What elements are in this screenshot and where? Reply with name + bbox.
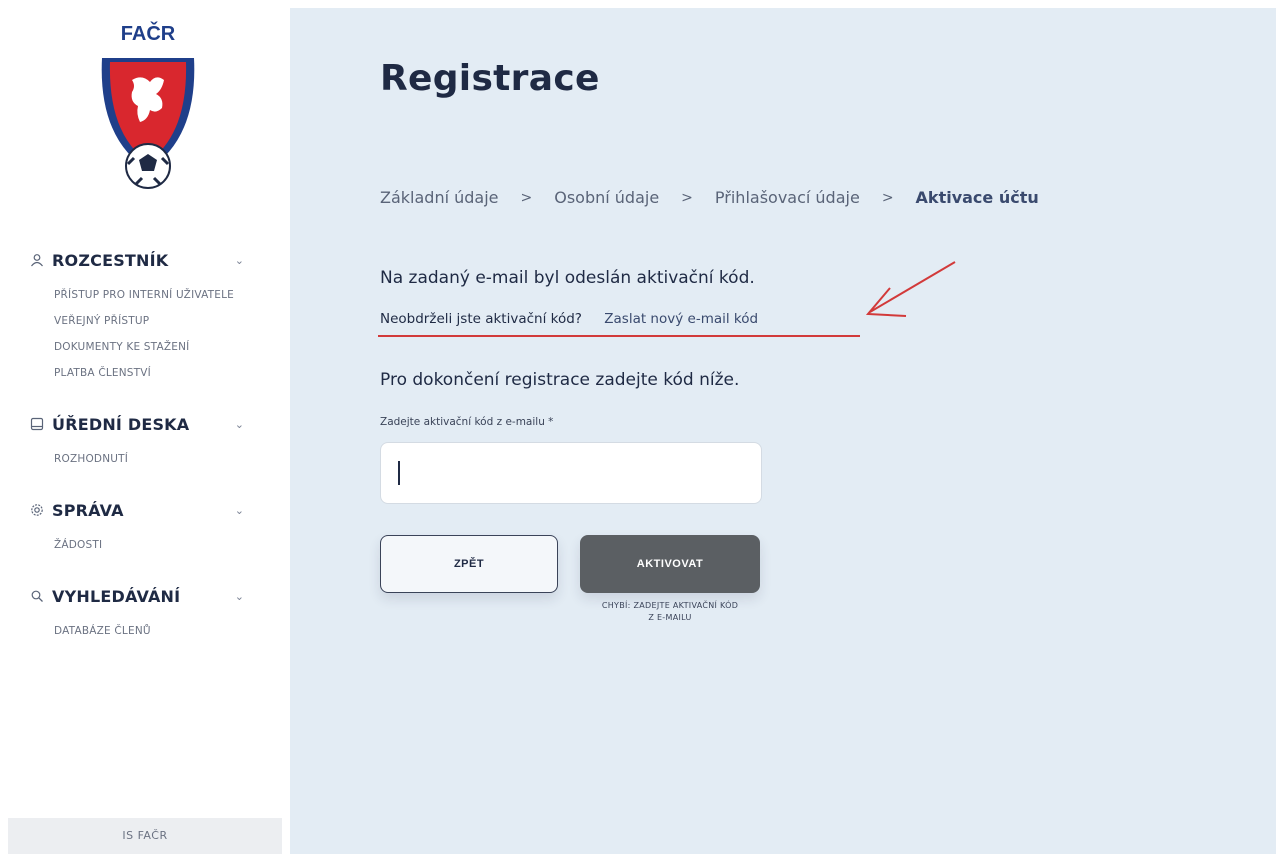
section-head-sprava[interactable]: SPRÁVA ⌄ [30, 498, 280, 522]
page-title: Registrace [380, 58, 600, 99]
sidebar-item-interni-pristup[interactable]: PŘÍSTUP PRO INTERNÍ UŽIVATELE [54, 282, 280, 308]
annotation-underline [378, 335, 860, 337]
section-title: ROZCESTNÍK [52, 250, 169, 270]
section-rozcestnik: ROZCESTNÍK ⌄ PŘÍSTUP PRO INTERNÍ UŽIVATE… [30, 248, 280, 386]
sidebar-item-zadosti[interactable]: ŽÁDOSTI [54, 532, 280, 558]
error-line: CHYBÍ: ZADEJTE AKTIVAČNÍ KÓD [601, 601, 739, 610]
section-vyhledavani: VYHLEDÁVÁNÍ ⌄ DATABÁZE ČLENŮ [30, 584, 280, 644]
breadcrumb-step-zakladni[interactable]: Základní údaje [380, 188, 499, 207]
section-title: ÚŘEDNÍ DESKA [52, 414, 190, 434]
sidebar-item-platba[interactable]: PLATBA ČLENSTVÍ [54, 360, 280, 386]
section-sprava: SPRÁVA ⌄ ŽÁDOSTI [30, 498, 280, 558]
activate-button[interactable]: AKTIVOVAT [580, 535, 760, 593]
instruction-text: Pro dokončení registrace zadejte kód níž… [380, 370, 740, 390]
search-icon [30, 589, 44, 603]
resend-question: Neobdrželi jste aktivační kód? [380, 311, 582, 327]
sidebar-item-rozhodnuti[interactable]: ROZHODNUTÍ [54, 446, 280, 472]
text-caret [398, 461, 400, 485]
error-message: CHYBÍ: ZADEJTE AKTIVAČNÍ KÓD Z E-MAILU [560, 600, 780, 624]
section-head-uredni-deska[interactable]: ÚŘEDNÍ DESKA ⌄ [30, 412, 280, 436]
breadcrumb: Základní údaje > Osobní údaje > Přihlašo… [380, 188, 1039, 207]
resend-code-link[interactable]: Zaslat nový e-mail kód [604, 311, 758, 327]
chevron-down-icon[interactable]: ⌄ [235, 418, 244, 431]
sidebar-item-verejny-pristup[interactable]: VEŘEJNÝ PŘÍSTUP [54, 308, 280, 334]
sent-message: Na zadaný e-mail byl odeslán aktivační k… [380, 268, 755, 288]
section-head-vyhledavani[interactable]: VYHLEDÁVÁNÍ ⌄ [30, 584, 280, 608]
activation-code-input[interactable] [380, 442, 762, 504]
main-content: Registrace Základní údaje > Osobní údaje… [290, 8, 1276, 854]
annotation-arrow-icon [865, 261, 956, 317]
user-icon [30, 253, 44, 267]
sidebar-item-dokumenty[interactable]: DOKUMENTY KE STAŽENÍ [54, 334, 280, 360]
sidebar-item-databaze-clenu[interactable]: DATABÁZE ČLENŮ [54, 618, 280, 644]
gear-icon [30, 503, 44, 517]
breadcrumb-step-prihlasovaci[interactable]: Přihlašovací údaje [715, 188, 860, 207]
resend-row: Neobdrželi jste aktivační kód? Zaslat no… [380, 311, 758, 327]
breadcrumb-step-aktivace: Aktivace účtu [915, 188, 1039, 207]
board-icon [30, 417, 44, 431]
sidebar: FAČR ROZCESTNÍK ⌄ PŘÍSTUP PRO INTERNÍ UŽ… [0, 0, 290, 854]
logo-text: FAČR [121, 21, 176, 45]
section-uredni-deska: ÚŘEDNÍ DESKA ⌄ ROZHODNUTÍ [30, 412, 280, 472]
chevron-down-icon[interactable]: ⌄ [235, 254, 244, 267]
error-line: Z E-MAILU [648, 613, 692, 622]
sidebar-menu: ROZCESTNÍK ⌄ PŘÍSTUP PRO INTERNÍ UŽIVATE… [30, 248, 280, 670]
chevron-down-icon[interactable]: ⌄ [235, 590, 244, 603]
breadcrumb-separator: > [881, 189, 894, 206]
breadcrumb-separator: > [520, 189, 533, 206]
sidebar-footer: IS FAČR [8, 818, 282, 854]
back-button[interactable]: ZPĚT [380, 535, 558, 593]
facr-logo[interactable]: FAČR [88, 18, 208, 198]
breadcrumb-step-osobni[interactable]: Osobní údaje [554, 188, 659, 207]
section-title: VYHLEDÁVÁNÍ [52, 586, 181, 606]
section-title: SPRÁVA [52, 500, 124, 520]
chevron-down-icon[interactable]: ⌄ [235, 504, 244, 517]
section-head-rozcestnik[interactable]: ROZCESTNÍK ⌄ [30, 248, 280, 272]
activation-code-label: Zadejte aktivační kód z e-mailu * [380, 416, 554, 428]
breadcrumb-separator: > [681, 189, 693, 206]
